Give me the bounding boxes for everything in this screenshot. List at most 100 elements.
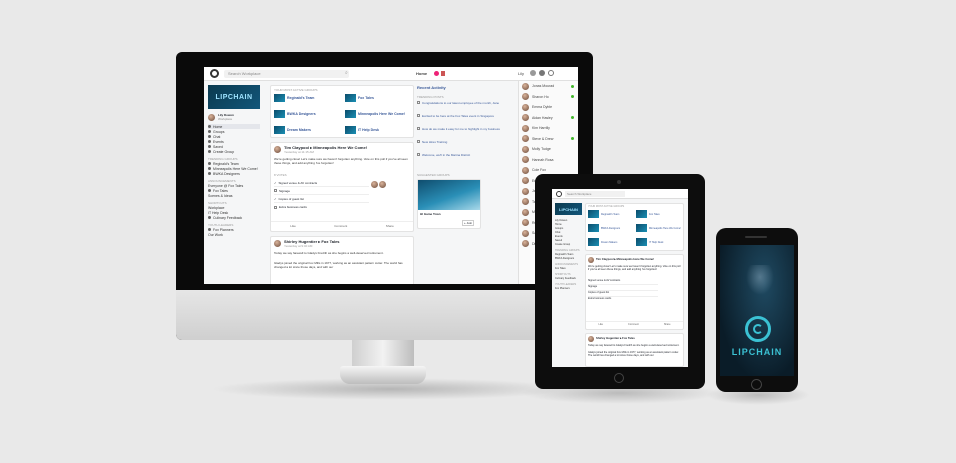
tablet-nav-item[interactable]: Create Group	[555, 243, 582, 247]
contact-row[interactable]: Emma Dyble	[519, 102, 578, 113]
online-indicator	[571, 95, 574, 99]
bell-icon[interactable]	[441, 71, 445, 76]
tablet-nav-item[interactable]: Culinary Feedback	[555, 277, 582, 281]
group-tile-4[interactable]: Minneapolis Here We Come!	[345, 110, 411, 118]
nav-announce-3[interactable]: Scenes & Ideas	[208, 193, 260, 198]
avatar	[522, 187, 529, 195]
like-button[interactable]: Like	[290, 224, 296, 228]
tablet-group-tile[interactable]: Dream Makers	[588, 238, 634, 246]
tablet-screen: Search Workplace LIPCHAIN Lily Dowen Hom…	[552, 189, 688, 367]
tablet-nav-item[interactable]: BWKA Designers	[555, 257, 582, 261]
share-button[interactable]: Share	[664, 323, 671, 326]
nav-item-create-group[interactable]: Create Group	[208, 149, 260, 154]
tablet-top-bar: Search Workplace	[552, 189, 688, 199]
post-time[interactable]: Yesterday at 9:40 AM	[284, 244, 312, 248]
tablet-post-actions: Like Comment Share	[586, 321, 683, 326]
trending-item[interactable]: Congratulations to our latest employee o…	[417, 101, 509, 114]
contact-row[interactable]: Sharon Ho	[519, 92, 578, 103]
user-sub: Workplace	[218, 117, 233, 121]
tablet-group-tile[interactable]: IT Help Desk	[636, 238, 682, 246]
tablet-home-button[interactable]	[614, 373, 624, 383]
poll-option-4[interactable]: Extra business cards	[274, 203, 369, 211]
tablet-post-body: We're getting close! Let's make sure we …	[588, 265, 681, 272]
nav-home[interactable]: Home	[416, 71, 427, 76]
online-indicator	[571, 84, 574, 88]
contact-row[interactable]: Molly Tudge	[519, 144, 578, 155]
tablet-group-tile[interactable]: BWKA Designers	[588, 224, 634, 232]
post-body-1: Today we say farewell to Gladys Fredrih …	[274, 251, 384, 255]
avatar	[522, 177, 529, 185]
post-group[interactable]: Fox Tales	[321, 239, 339, 244]
comment-button[interactable]: Comment	[628, 323, 639, 326]
suggested-heading: SUGGESTED GROUPS	[417, 173, 450, 177]
profile-row[interactable]: Lily Dowen Workplace	[208, 113, 234, 121]
workplace-logo-icon[interactable]	[556, 191, 562, 197]
notification-icon[interactable]	[434, 71, 439, 76]
post-icon	[417, 140, 420, 143]
join-button[interactable]: + Join	[462, 220, 475, 226]
tablet-group-tile[interactable]: Fox Tales	[636, 210, 682, 218]
chat-icon[interactable]	[539, 70, 545, 76]
contact-row[interactable]: Aidan Hasley	[519, 113, 578, 124]
poll-option-3[interactable]: ✓ Copies of guest list	[274, 195, 369, 203]
group-tile-5[interactable]: Dream Makers	[274, 126, 340, 134]
contact-row[interactable]: Steve & Drew	[519, 134, 578, 145]
contact-row[interactable]: Jonas Mourad	[519, 81, 578, 92]
phone-home-button[interactable]	[751, 379, 762, 390]
poll-option-2[interactable]: Signage	[274, 187, 369, 195]
trending-item[interactable]: Welcome, we'll in the Marina District	[417, 153, 509, 166]
settings-icon[interactable]	[548, 70, 554, 76]
avatar	[522, 135, 529, 143]
group-tile-6[interactable]: IT Help Desk	[345, 126, 411, 134]
nav-shortcut-3[interactable]: Culinary Feedback	[208, 215, 260, 220]
post-group[interactable]: Minneapolis Here We Come!	[313, 145, 367, 150]
search-input[interactable]: Search Workplace	[224, 70, 349, 78]
group-tile-1[interactable]: Reginald's Team	[274, 94, 340, 102]
voter-avatars	[371, 181, 386, 188]
group-tile-2[interactable]: Fox Tales	[345, 94, 411, 102]
contact-row[interactable]: Hannah Rosa	[519, 155, 578, 166]
trending-item[interactable]: How do we make it easy for me to highlig…	[417, 127, 509, 140]
avatar	[522, 240, 529, 248]
group-thumb	[636, 210, 647, 218]
search-icon[interactable]: ⌕	[345, 70, 348, 76]
avatar	[522, 208, 529, 216]
avatar	[274, 146, 281, 153]
share-button[interactable]: Share	[386, 224, 394, 228]
tablet-search-input[interactable]: Search Workplace	[565, 191, 625, 197]
group-tile-3[interactable]: BWKA Designers	[274, 110, 340, 118]
tablet-group-tile[interactable]: Minneapolis Here We Come!	[636, 224, 682, 232]
trending-item[interactable]: Excited to be here at the Fox Tales even…	[417, 114, 509, 127]
recent-activity[interactable]: Recent Activity	[417, 85, 446, 90]
nav-group-2[interactable]: Minneapolis Here We Come!	[208, 166, 260, 171]
suggested-group-card[interactable]: HI Game Town + Join	[417, 179, 481, 229]
online-indicator	[571, 116, 574, 120]
tablet-poll: Signed venue & AV contracts Signage Copi…	[588, 279, 658, 303]
like-button[interactable]: Like	[598, 323, 603, 326]
comment-button[interactable]: Comment	[334, 224, 347, 228]
avatar	[588, 336, 594, 342]
monitor-stand-base	[340, 366, 426, 384]
tablet-nav-item[interactable]: Fox Planners	[555, 287, 582, 291]
plus-icon	[208, 150, 211, 153]
post-icon	[417, 153, 420, 156]
trending-item[interactable]: New Hires Training	[417, 140, 509, 153]
people-icon[interactable]	[530, 70, 536, 76]
contact-row[interactable]: Kim Harrilly	[519, 123, 578, 134]
avatar	[522, 124, 529, 132]
tablet-poll-option[interactable]: Extra business cards	[588, 297, 658, 303]
tablet-group-tile[interactable]: Reginald's Team	[588, 210, 634, 218]
nav-group-3[interactable]: BWKA Designers	[208, 171, 260, 176]
avatar	[522, 103, 529, 111]
monitor-chin	[176, 290, 593, 340]
group-icon	[208, 216, 211, 219]
tablet-groups-heading: YOUR MOST ACTIVE GROUPS	[588, 205, 625, 208]
poll-option-1[interactable]: ✓ Signed venue & AV contracts	[274, 179, 369, 187]
check-icon: ✓	[274, 196, 277, 201]
post-time[interactable]: Yesterday at 11:15 AM	[284, 150, 314, 154]
nav-youth-2[interactable]: Our Work	[208, 232, 260, 237]
tablet-nav-item[interactable]: Fox Tales	[555, 267, 582, 271]
workplace-logo-icon[interactable]	[210, 69, 219, 78]
nav-user[interactable]: Lily	[518, 71, 524, 76]
calendar-icon	[208, 140, 211, 143]
